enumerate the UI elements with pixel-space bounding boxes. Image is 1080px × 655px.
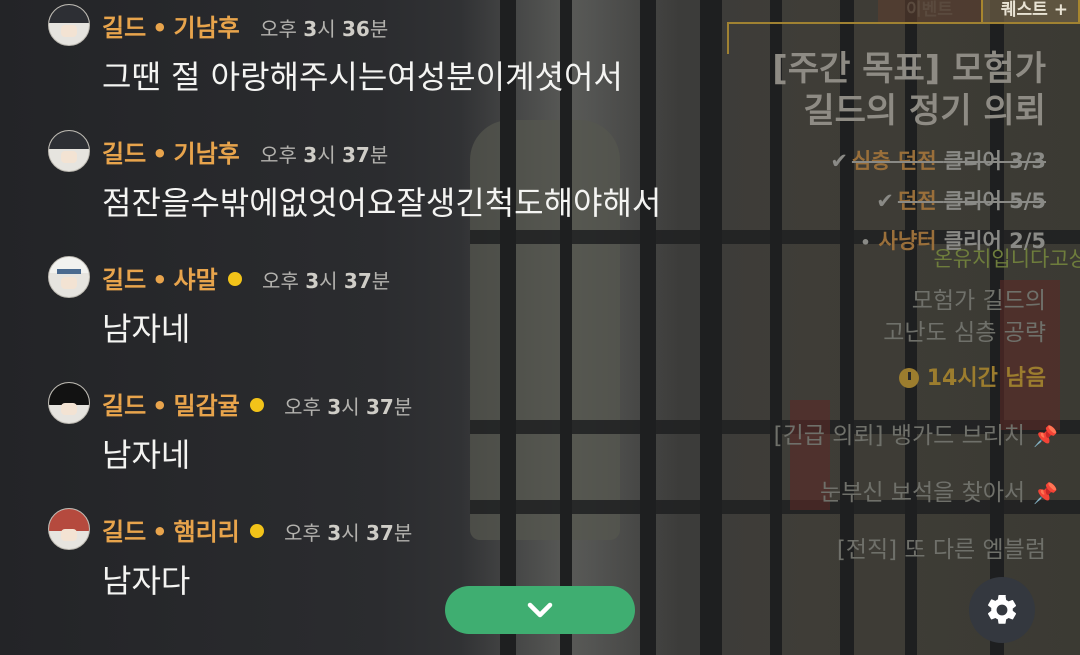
channel-prefix: 길드 <box>102 392 147 420</box>
username[interactable]: 기남후 <box>174 14 240 42</box>
objective-progress: 클리어 3/3 <box>943 149 1046 173</box>
check-icon: ✔ <box>876 189 894 213</box>
channel-prefix: 길드 <box>102 140 147 168</box>
objective-name: 던전 <box>897 189 937 213</box>
avatar[interactable] <box>48 508 90 550</box>
message-header: 길드 • 기남후 오후 3시 37분 <box>102 134 388 169</box>
timestamp: 오후 3시 37분 <box>260 143 389 167</box>
separator: • <box>152 140 168 168</box>
message-header: 길드 • 기남후 오후 3시 36분 <box>102 8 388 43</box>
channel-prefix: 길드 <box>102 14 147 42</box>
quest-item-label: [전직] 또 다른 엠블럼 <box>836 537 1046 563</box>
separator: • <box>152 392 168 420</box>
timestamp: 오후 3시 37분 <box>262 269 391 293</box>
objective-name: 사냥터 <box>878 229 937 253</box>
message-text: 남자네 <box>102 436 191 474</box>
settings-button[interactable] <box>969 577 1035 643</box>
chat-panel: 길드 • 기남후 오후 3시 36분 그땐 절 아랑해주시는여성분이계셧어서 길드 •… <box>0 0 820 655</box>
online-status-dot <box>249 398 264 412</box>
quest-item[interactable]: 눈부신 보석을 찾아서 📌 <box>820 473 1058 507</box>
objective-row: ✔ 던전 클리어 5/5 <box>876 185 1046 215</box>
tab-quest[interactable]: 퀘스트 + <box>980 0 1080 24</box>
separator: • <box>152 14 168 42</box>
objective-row: ✔ 심층 던전 클리어 3/3 <box>830 145 1046 175</box>
guild-quest[interactable]: 모험가 길드의 고난도 심층 공략 <box>883 285 1046 349</box>
objective-name: 심층 던전 <box>851 149 937 173</box>
scroll-to-bottom-button[interactable] <box>445 586 635 634</box>
username[interactable]: 샤말 <box>174 266 218 294</box>
avatar[interactable] <box>48 130 90 172</box>
username[interactable]: 기남후 <box>174 140 240 168</box>
avatar[interactable] <box>48 256 90 298</box>
message-header: 길드 • 밀감귤 오후 3시 37분 <box>102 386 412 421</box>
avatar[interactable] <box>48 382 90 424</box>
avatar[interactable] <box>48 4 90 46</box>
separator: • <box>152 266 168 294</box>
pin-icon: 📌 <box>1033 481 1058 505</box>
message-header: 길드 • 햄리리 오후 3시 37분 <box>102 512 412 547</box>
overlapping-text: 온유지입니다고상 <box>933 247 1080 271</box>
online-status-dot <box>227 272 242 286</box>
timer-text: 14시간 남음 <box>926 366 1046 391</box>
gear-icon <box>988 594 1017 624</box>
timestamp: 오후 3시 37분 <box>284 521 413 545</box>
channel-prefix: 길드 <box>102 518 147 546</box>
message-text: 그땐 절 아랑해주시는여성분이계셧어서 <box>102 58 623 96</box>
message-header: 길드 • 샤말 오후 3시 37분 <box>102 260 390 295</box>
tab-event[interactable]: 이벤트 <box>877 0 981 22</box>
message-text: 점잔을수밖에없엇어요잘생긴척도해야해서 <box>102 184 662 222</box>
chevron-down-icon <box>527 602 553 618</box>
channel-prefix: 길드 <box>102 266 147 294</box>
guild-quest-line1: 모험가 길드의 <box>911 288 1046 314</box>
username[interactable]: 햄리리 <box>174 518 240 546</box>
message-text: 남자네 <box>102 310 191 348</box>
check-icon: ✔ <box>830 149 848 173</box>
separator: • <box>152 518 168 546</box>
quest-item-label: 눈부신 보석을 찾아서 <box>820 480 1026 506</box>
timestamp: 오후 3시 36분 <box>260 17 389 41</box>
tab-bar: 이벤트 퀘스트 + <box>877 0 1080 24</box>
quest-item[interactable]: [전직] 또 다른 엠블럼 <box>837 530 1046 564</box>
objective-progress: 클리어 5/5 <box>943 189 1046 213</box>
timestamp: 오후 3시 37분 <box>284 395 413 419</box>
guild-quest-line2: 고난도 심층 공략 <box>883 320 1046 346</box>
bullet-icon: • <box>860 233 871 252</box>
pin-icon: 📌 <box>1033 424 1058 448</box>
online-status-dot <box>249 524 264 538</box>
quest-timer: 14시간 남음 <box>898 360 1046 392</box>
username[interactable]: 밀감귤 <box>174 392 240 420</box>
clock-icon <box>898 368 919 388</box>
message-text: 남자다 <box>102 562 191 600</box>
